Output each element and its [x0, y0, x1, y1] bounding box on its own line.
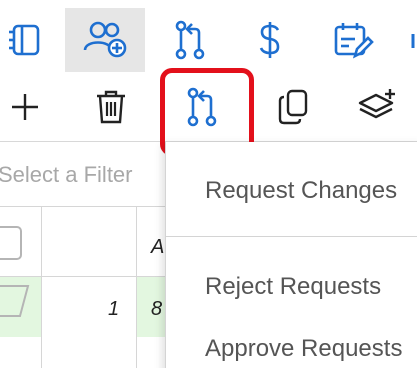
nav-calendar-button[interactable] — [320, 8, 385, 72]
nav-more-button[interactable] — [405, 8, 417, 72]
grid-divider — [0, 206, 165, 207]
delete-button[interactable] — [85, 72, 137, 142]
nav-sidebar-button[interactable] — [0, 8, 50, 72]
row-shape-icon — [0, 285, 30, 317]
requests-dropdown-menu: Request Changes Reject Requests Approve … — [165, 142, 417, 368]
plus-icon — [12, 94, 38, 120]
dollar-icon — [259, 22, 280, 58]
column-header[interactable]: A — [151, 236, 164, 259]
sidebar-book-icon — [9, 24, 40, 56]
more-icon — [411, 34, 415, 48]
toolbar — [0, 68, 417, 156]
select-all-checkbox[interactable] — [0, 226, 22, 260]
trash-icon — [97, 90, 125, 124]
copy-button[interactable] — [268, 72, 318, 142]
pull-request-icon — [187, 87, 217, 127]
pull-request-icon — [175, 20, 205, 60]
grid-divider — [41, 207, 42, 368]
add-button[interactable] — [0, 72, 50, 142]
row-number: 1 — [108, 298, 120, 320]
menu-item-reject-requests[interactable]: Reject Requests — [205, 273, 381, 301]
filter-select[interactable] — [0, 150, 174, 200]
menu-separator — [166, 236, 417, 237]
add-layer-button[interactable] — [352, 72, 402, 142]
menu-item-request-changes[interactable]: Request Changes — [205, 177, 397, 205]
requests-menu-button[interactable] — [158, 68, 254, 156]
copy-icon — [278, 89, 308, 125]
users-add-icon — [83, 21, 127, 58]
nav-requests-button[interactable] — [155, 8, 225, 72]
nav-billing-button[interactable] — [240, 8, 300, 72]
nav-users-button[interactable] — [65, 8, 145, 72]
row-value: 8 — [151, 298, 163, 320]
layers-add-icon — [358, 89, 395, 119]
top-nav — [0, 0, 417, 72]
calendar-edit-icon — [334, 23, 374, 59]
menu-item-approve-requests[interactable]: Approve Requests — [205, 335, 402, 363]
